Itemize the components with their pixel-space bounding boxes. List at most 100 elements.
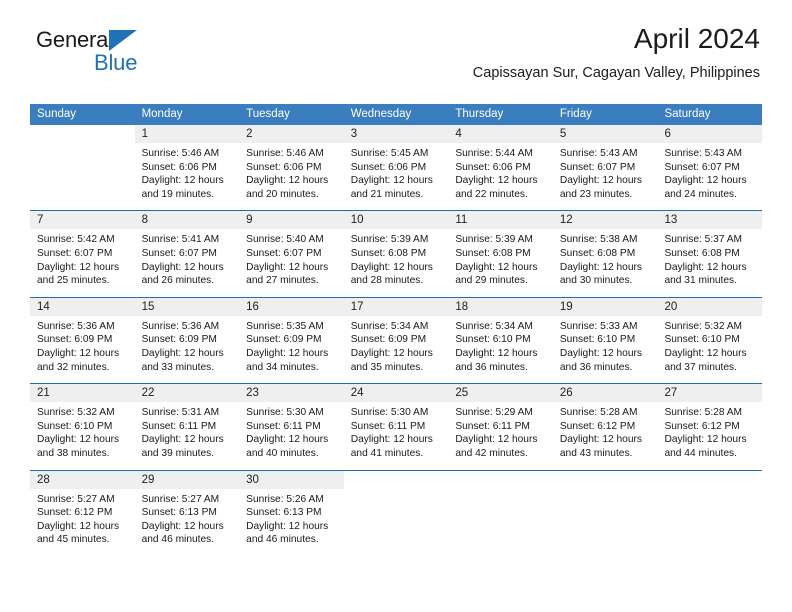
calendar-day-cell[interactable]: 13 Sunrise: 5:37 AM Sunset: 6:08 PM Dayligh… (657, 211, 763, 296)
sun-info-line: Sunset: 6:10 PM (37, 420, 113, 432)
sun-info-line: Sunset: 6:06 PM (455, 161, 531, 173)
day-number (553, 471, 658, 489)
sun-info: Sunrise: 5:30 AM Sunset: 6:11 PM Daylight:… (344, 402, 449, 460)
sun-info-line: Sunrise: 5:27 AM (141, 493, 220, 505)
sun-info-line: Daylight: 12 hours (350, 434, 433, 446)
calendar-day-cell-empty (30, 125, 135, 210)
sun-info-line: and 35 minutes. (350, 361, 424, 373)
sun-info-line: Sunrise: 5:34 AM (455, 320, 533, 332)
calendar-day-cell[interactable]: 3 Sunrise: 5:45 AM Sunset: 6:06 PM Daylight… (343, 125, 449, 210)
calendar-day-cell[interactable]: 30 Sunrise: 5:26 AM Sunset: 6:13 PM Dayligh… (239, 470, 344, 556)
day-number (448, 471, 553, 489)
sun-info-line: Sunset: 6:10 PM (559, 334, 636, 346)
page-header: General Blue April 2024 Capissayan Sur, … (30, 0, 762, 104)
page-title: April 2024 (633, 23, 760, 54)
sun-info-line: Daylight: 12 hours (37, 347, 120, 359)
sun-info-line: Sunrise: 5:32 AM (37, 407, 115, 419)
sun-info: Sunrise: 5:36 AM Sunset: 6:09 PM Daylight:… (135, 316, 240, 374)
location-subtitle: Capissayan Sur, Cagayan Valley, Philippi… (472, 65, 760, 81)
weekday-header-sunday: Sunday (37, 108, 77, 120)
sun-info-line: Daylight: 12 hours (559, 261, 643, 273)
sun-info-line: and 33 minutes. (141, 361, 215, 373)
calendar-day-cell[interactable]: 15 Sunrise: 5:36 AM Sunset: 6:09 PM Dayligh… (134, 297, 240, 383)
sun-info-line: Sunset: 6:11 PM (141, 420, 217, 432)
sun-info-line: Daylight: 12 hours (246, 261, 329, 273)
day-number: 17 (343, 297, 449, 316)
calendar-day-cell[interactable]: 28 Sunrise: 5:27 AM Sunset: 6:12 PM Dayligh… (30, 470, 135, 556)
sun-info-line: and 19 minutes. (141, 188, 215, 200)
sun-info-line: Sunset: 6:11 PM (246, 420, 321, 432)
day-number: 18 (448, 297, 553, 316)
sun-info: Sunrise: 5:46 AM Sunset: 6:06 PM Daylight:… (135, 143, 240, 201)
sun-info: Sunrise: 5:43 AM Sunset: 6:07 PM Daylight:… (553, 143, 658, 201)
calendar-day-cell[interactable]: 4 Sunrise: 5:44 AM Sunset: 6:06 PM Daylight… (448, 125, 553, 210)
calendar-day-cell[interactable]: 14 Sunrise: 5:36 AM Sunset: 6:09 PM Dayligh… (30, 297, 135, 383)
sun-info-line: Sunset: 6:13 PM (141, 507, 217, 519)
general-blue-logo: General Blue (36, 27, 166, 79)
sun-info-line: Sunrise: 5:43 AM (559, 148, 638, 159)
sun-info-line: and 42 minutes. (455, 447, 528, 459)
sun-info: Sunrise: 5:41 AM Sunset: 6:07 PM Daylight:… (135, 229, 240, 287)
sun-info-line: and 28 minutes. (350, 275, 424, 287)
sun-info-line: Sunrise: 5:33 AM (559, 320, 638, 332)
calendar-day-cell[interactable]: 22 Sunrise: 5:31 AM Sunset: 6:11 PM Dayligh… (134, 384, 240, 469)
calendar-day-cell[interactable]: 19 Sunrise: 5:33 AM Sunset: 6:10 PM Dayligh… (552, 297, 658, 383)
sun-info-line: and 23 minutes. (559, 188, 633, 200)
sun-info-line: and 26 minutes. (141, 275, 215, 287)
day-number: 11 (448, 211, 553, 230)
sun-info-line: Sunrise: 5:30 AM (350, 407, 429, 419)
sun-info-line: Daylight: 12 hours (37, 520, 120, 532)
sun-info-line: and 40 minutes. (246, 447, 319, 459)
sun-info: Sunrise: 5:39 AM Sunset: 6:08 PM Daylight:… (448, 229, 553, 287)
calendar-day-cell[interactable]: 12 Sunrise: 5:38 AM Sunset: 6:08 PM Dayligh… (552, 211, 658, 296)
calendar-day-cell[interactable]: 16 Sunrise: 5:35 AM Sunset: 6:09 PM Dayligh… (239, 297, 344, 383)
sun-info-line: Sunset: 6:09 PM (141, 334, 217, 346)
calendar-day-cell[interactable]: 6 Sunrise: 5:43 AM Sunset: 6:07 PM Daylight… (657, 125, 763, 210)
calendar-day-cell[interactable]: 25 Sunrise: 5:29 AM Sunset: 6:11 PM Dayligh… (448, 384, 553, 469)
sun-info-line: Sunrise: 5:27 AM (37, 493, 115, 505)
sun-info: Sunrise: 5:38 AM Sunset: 6:08 PM Daylight:… (553, 229, 658, 287)
sun-info-line: Sunset: 6:07 PM (664, 161, 740, 173)
calendar-day-cell[interactable]: 26 Sunrise: 5:28 AM Sunset: 6:12 PM Dayligh… (552, 384, 658, 469)
calendar-day-cell[interactable]: 20 Sunrise: 5:32 AM Sunset: 6:10 PM Dayligh… (657, 297, 763, 383)
calendar-day-cell[interactable]: 8 Sunrise: 5:41 AM Sunset: 6:07 PM Daylight… (134, 211, 240, 296)
logo-text-blue: Blue (94, 50, 138, 75)
calendar-day-cell[interactable]: 9 Sunrise: 5:40 AM Sunset: 6:07 PM Daylight… (239, 211, 344, 296)
calendar-day-cell[interactable]: 1 Sunrise: 5:46 AM Sunset: 6:06 PM Daylight… (134, 125, 240, 210)
sun-info-line: and 34 minutes. (246, 361, 319, 373)
sun-info-line: Sunrise: 5:28 AM (664, 407, 743, 419)
day-number: 3 (343, 125, 449, 143)
sun-info-line: Sunset: 6:09 PM (246, 334, 322, 346)
sun-info-line: Sunset: 6:09 PM (37, 334, 113, 346)
title-block: April 2024 Capissayan Sur, Cagayan Valle… (473, 22, 760, 84)
sun-info-line: and 45 minutes. (37, 534, 110, 546)
sun-info: Sunrise: 5:39 AM Sunset: 6:08 PM Daylight:… (344, 229, 449, 287)
sun-info-line: Daylight: 12 hours (350, 347, 433, 359)
calendar-day-cell[interactable]: 17 Sunrise: 5:34 AM Sunset: 6:09 PM Dayligh… (343, 297, 449, 383)
calendar-day-cell[interactable]: 5 Sunrise: 5:43 AM Sunset: 6:07 PM Daylight… (552, 125, 658, 210)
calendar-day-cell[interactable]: 23 Sunrise: 5:30 AM Sunset: 6:11 PM Dayligh… (239, 384, 344, 469)
calendar-day-cell[interactable]: 11 Sunrise: 5:39 AM Sunset: 6:08 PM Dayligh… (448, 211, 553, 296)
calendar-day-cell[interactable]: 7 Sunrise: 5:42 AM Sunset: 6:07 PM Daylight… (30, 211, 135, 296)
day-number: 20 (657, 297, 763, 316)
sun-info-line: Daylight: 12 hours (559, 434, 643, 446)
calendar-day-cell[interactable]: 18 Sunrise: 5:34 AM Sunset: 6:10 PM Dayligh… (448, 297, 553, 383)
calendar-day-cell[interactable]: 21 Sunrise: 5:32 AM Sunset: 6:10 PM Dayligh… (30, 384, 135, 469)
calendar-day-cell[interactable]: 10 Sunrise: 5:39 AM Sunset: 6:08 PM Dayligh… (343, 211, 449, 296)
day-number: 7 (30, 211, 135, 230)
sun-info-line: Daylight: 12 hours (664, 175, 747, 187)
calendar-day-cell[interactable]: 27 Sunrise: 5:28 AM Sunset: 6:12 PM Dayligh… (657, 384, 763, 469)
calendar-day-cell[interactable]: 24 Sunrise: 5:30 AM Sunset: 6:11 PM Dayligh… (343, 384, 449, 469)
calendar-day-cell[interactable]: 2 Sunrise: 5:46 AM Sunset: 6:06 PM Daylight… (239, 125, 344, 210)
sun-info-line: Sunset: 6:10 PM (664, 334, 740, 346)
sun-info-line: and 43 minutes. (559, 447, 633, 459)
sun-info-line: Daylight: 12 hours (141, 175, 224, 187)
day-number: 2 (239, 125, 344, 143)
calendar-week-row: 1 Sunrise: 5:46 AM Sunset: 6:06 PM Daylight… (30, 125, 763, 210)
day-number: 5 (552, 125, 658, 143)
sun-info-line: Sunrise: 5:38 AM (559, 234, 638, 246)
sun-info-line: and 38 minutes. (37, 447, 110, 459)
sun-info-line: Sunrise: 5:45 AM (350, 148, 429, 159)
calendar-day-cell[interactable]: 29 Sunrise: 5:27 AM Sunset: 6:13 PM Dayligh… (134, 470, 240, 556)
sun-info-line: Daylight: 12 hours (455, 261, 538, 273)
